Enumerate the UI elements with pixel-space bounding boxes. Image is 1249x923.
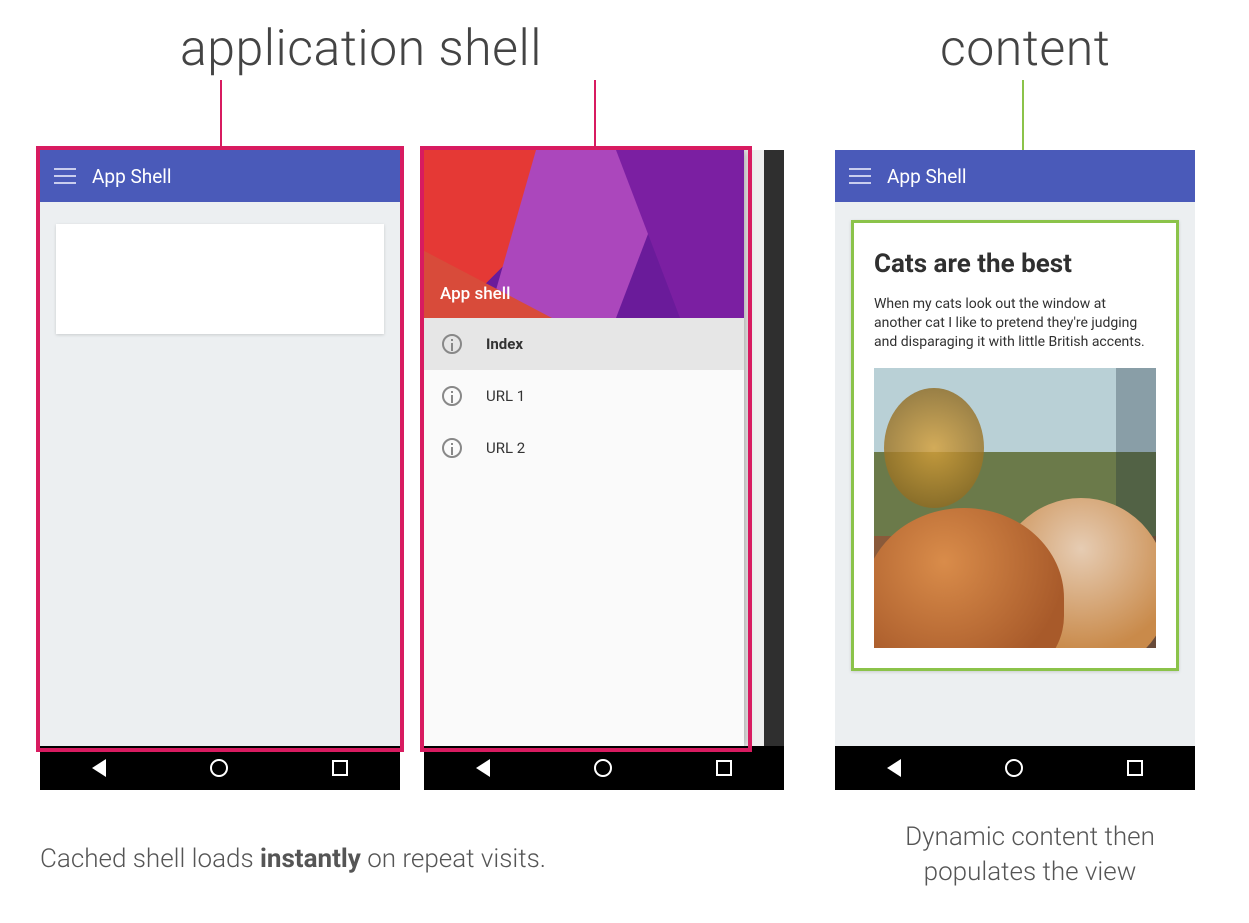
drawer-item-label: Index [486,335,523,353]
content-body: When my cats look out the window at anot… [874,295,1156,352]
drawer-backdrop [764,150,784,746]
nav-home-icon[interactable] [594,759,612,777]
android-navbar [835,746,1195,790]
info-icon [442,334,462,354]
phone-mockup-empty-shell: App Shell [40,150,400,790]
phone-mockup-drawer: App shell Index URL 1 URL 2 [424,150,784,790]
android-navbar [424,746,784,790]
nav-home-icon[interactable] [210,759,228,777]
content-image-cats [874,368,1156,648]
caption-content: Dynamic content then populates the view [850,820,1210,890]
hamburger-icon[interactable] [849,168,871,184]
android-navbar [40,746,400,790]
drawer-item-url2[interactable]: URL 2 [424,422,744,474]
hamburger-icon[interactable] [54,168,76,184]
drawer-item-label: URL 1 [486,387,525,405]
app-bar-title: App Shell [887,165,967,188]
phone-screen: App Shell [40,150,400,746]
nav-recent-icon[interactable] [716,760,732,776]
phone-mockup-content: App Shell Cats are the best When my cats… [835,150,1195,790]
content-card: Cats are the best When my cats look out … [851,220,1179,671]
info-icon [442,438,462,458]
drawer-item-url1[interactable]: URL 1 [424,370,744,422]
caption-shell: Cached shell loads instantly on repeat v… [40,842,740,877]
connector-line-shell-1 [220,80,222,155]
nav-home-icon[interactable] [1005,759,1023,777]
app-bar: App Shell [40,150,400,202]
heading-application-shell: application shell [180,20,542,78]
nav-back-icon[interactable] [92,759,106,777]
nav-back-icon[interactable] [887,759,901,777]
heading-content: content [940,20,1110,78]
app-bar: App Shell [835,150,1195,202]
info-icon [442,386,462,406]
content-title: Cats are the best [874,249,1156,279]
app-bar-title: App Shell [92,165,172,188]
drawer-item-label: URL 2 [486,439,525,457]
phone-screen: App shell Index URL 1 URL 2 [424,150,784,746]
nav-recent-icon[interactable] [1127,760,1143,776]
nav-recent-icon[interactable] [332,760,348,776]
nav-back-icon[interactable] [476,759,490,777]
phone-screen: App Shell Cats are the best When my cats… [835,150,1195,746]
drawer-item-index[interactable]: Index [424,318,744,370]
connector-line-shell-2 [594,80,596,155]
drawer-header-title: App shell [440,284,510,304]
drawer-header: App shell [424,150,744,318]
navigation-drawer: App shell Index URL 1 URL 2 [424,150,744,746]
empty-content-card [56,224,384,334]
